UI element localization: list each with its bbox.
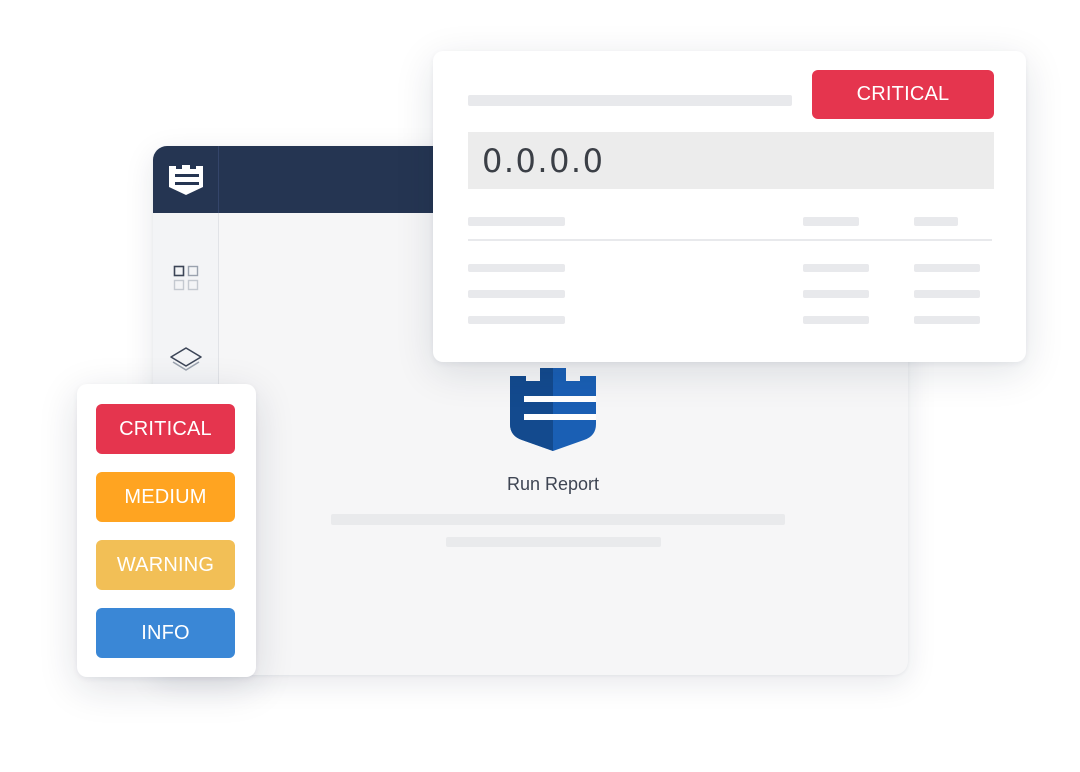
grid-icon[interactable] [153,265,218,291]
placeholder-line [331,514,785,525]
ip-address-field: 0.0.0.0 [468,132,994,189]
table-row-placeholder [468,264,565,272]
table-row-placeholder [914,316,980,324]
severity-legend-panel: CRITICAL MEDIUM WARNING INFO [77,384,256,677]
table-row-placeholder [914,264,980,272]
table-row-placeholder [803,264,869,272]
table-row-placeholder [803,290,869,298]
table-header-placeholder [803,217,859,226]
critical-badge[interactable]: CRITICAL [812,70,994,119]
shield-tower-icon [510,368,596,451]
layers-icon[interactable] [153,346,218,374]
severity-critical-button[interactable]: CRITICAL [96,404,235,454]
severity-medium-button[interactable]: MEDIUM [96,472,235,522]
placeholder-line [446,537,661,547]
severity-info-button[interactable]: INFO [96,608,235,658]
brand-logo-icon[interactable] [153,146,219,213]
table-header-placeholder [914,217,958,226]
placeholder-title [468,95,792,106]
run-report-label: Run Report [506,474,600,494]
table-row-placeholder [803,316,869,324]
run-report-button[interactable]: Run Report [440,366,666,495]
table-row-placeholder [468,290,565,298]
table-header-placeholder [468,217,565,226]
table-divider [468,239,992,241]
vulnerability-detail-card: CRITICAL 0.0.0.0 [433,51,1026,362]
table-row-placeholder [468,316,565,324]
table-row-placeholder [914,290,980,298]
severity-warning-button[interactable]: WARNING [96,540,235,590]
